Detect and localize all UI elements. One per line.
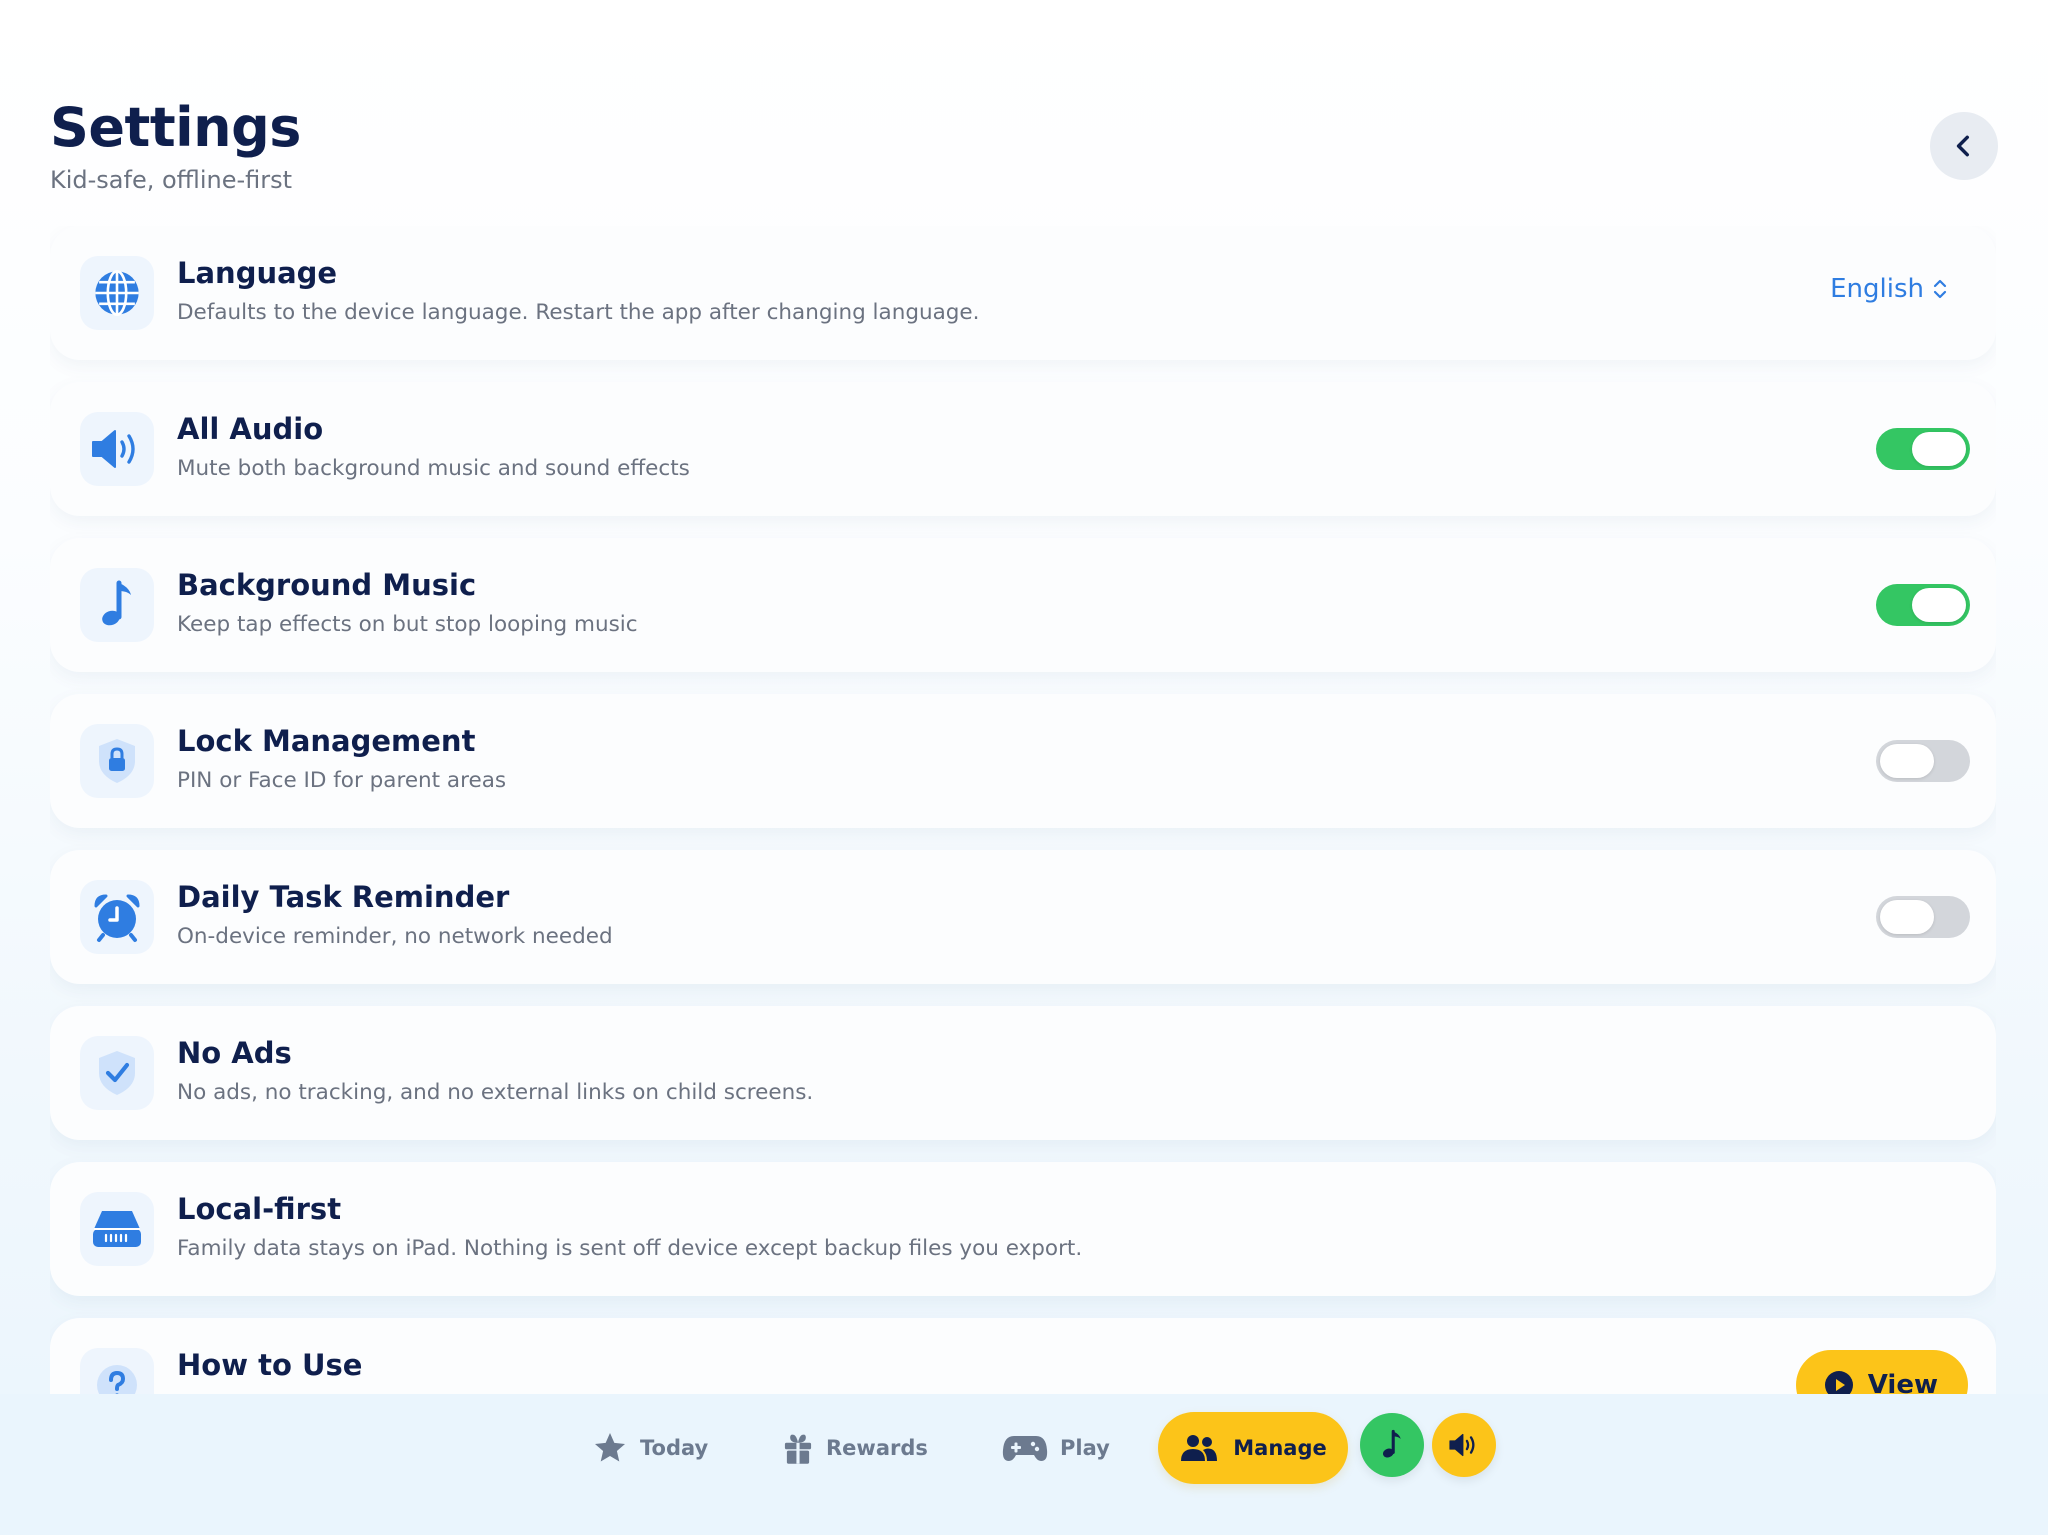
setting-row-daily-task-reminder: Daily Task Reminder On-device reminder, … [50,850,1996,984]
check-shield-icon [80,1036,154,1110]
nav-rewards[interactable]: Rewards [782,1413,928,1483]
gift-icon [784,1434,812,1464]
setting-description: PIN or Face ID for parent areas [177,768,507,793]
nav-label: Play [1060,1436,1110,1460]
setting-row-local-first: Local-first Family data stays on iPad. N… [50,1162,1996,1296]
nav-manage[interactable]: Manage [1158,1412,1348,1484]
nav-today[interactable]: Today [592,1413,708,1483]
all-audio-toggle[interactable] [1876,428,1970,470]
speaker-icon [1449,1433,1475,1457]
header: Settings Kid-safe, offline-first [50,96,301,196]
sound-toggle-button[interactable] [1432,1413,1496,1477]
setting-title: All Audio [177,412,324,446]
music-note-icon [1382,1429,1401,1458]
setting-title: How to Use [177,1348,363,1382]
setting-title: Lock Management [177,724,476,758]
setting-description: Family data stays on iPad. Nothing is se… [177,1236,1083,1261]
chevron-up-down-icon [1933,279,1947,299]
setting-description: On-device reminder, no network needed [177,924,613,949]
setting-row-background-music: Background Music Keep tap effects on but… [50,538,1996,672]
view-button-label: View [1867,1370,1938,1394]
language-select[interactable]: English [1830,274,1948,304]
setting-row-no-ads: No Ads No ads, no tracking, and no exter… [50,1006,1996,1140]
daily-task-reminder-toggle[interactable] [1876,896,1970,938]
lock-management-toggle[interactable] [1876,740,1970,782]
nav-label: Rewards [826,1436,928,1460]
view-button[interactable]: View [1795,1350,1968,1394]
gamepad-icon [1002,1436,1048,1461]
setting-description: No ads, no tracking, and no external lin… [177,1080,814,1105]
setting-title: Background Music [177,568,477,602]
lock-shield-icon [80,724,154,798]
setting-title: No Ads [177,1036,292,1070]
language-value: English [1830,274,1924,304]
setting-row-how-to-use: How to Use View [50,1318,1996,1394]
setting-title: Local-first [177,1192,342,1226]
family-icon [1181,1435,1218,1461]
alarm-clock-icon [80,880,154,954]
play-icon [1824,1371,1853,1394]
page-title: Settings [50,96,301,159]
background-music-toggle[interactable] [1876,584,1970,626]
question-icon [80,1348,154,1394]
setting-row-language: Language Defaults to the device language… [50,226,1996,360]
setting-row-lock-management: Lock Management PIN or Face ID for paren… [50,694,1996,828]
music-toggle-button[interactable] [1360,1413,1424,1477]
toggle-knob [1912,588,1966,622]
setting-title: Language [177,256,338,290]
nav-play[interactable]: Play [1002,1413,1110,1483]
page-subtitle: Kid-safe, offline-first [50,166,293,194]
nav-label: Manage [1233,1436,1327,1460]
star-icon [595,1433,625,1462]
toggle-knob [1880,900,1934,934]
toggle-knob [1912,432,1966,466]
chevron-left-icon [1956,135,1969,157]
speaker-icon [80,412,154,486]
setting-description: Defaults to the device language. Restart… [177,300,980,325]
nav-label: Today [640,1436,709,1460]
setting-description: Mute both background music and sound eff… [177,456,690,481]
storage-drive-icon [80,1192,154,1266]
toggle-knob [1880,744,1934,778]
setting-row-all-audio: All Audio Mute both background music and… [50,382,1996,516]
music-note-icon [80,568,154,642]
globe-icon [80,256,154,330]
settings-list[interactable]: Language Defaults to the device language… [50,226,1996,1394]
setting-title: Daily Task Reminder [177,880,510,914]
back-button[interactable] [1930,112,1998,180]
setting-description: Keep tap effects on but stop looping mus… [177,612,638,637]
